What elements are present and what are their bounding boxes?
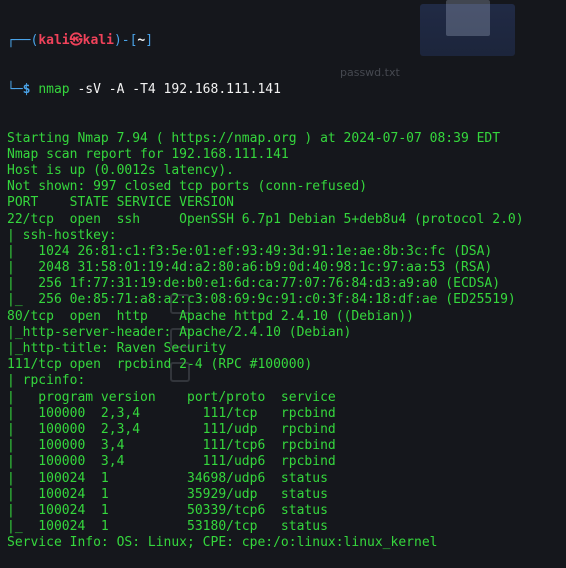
output-line: Not shown: 997 closed tcp ports (conn-re…: [7, 179, 368, 195]
prompt-frame-end: ]: [145, 33, 154, 49]
output-line: 111/tcp open rpcbind 2-4 (RPC #100000): [7, 357, 313, 373]
output-line: | 1024 26:81:c1:f3:5e:01:ef:93:49:3d:91:…: [7, 243, 493, 259]
output-line: 22/tcp open ssh OpenSSH 6.7p1 Debian 5+d…: [7, 211, 524, 227]
terminal-output: Starting Nmap 7.94 ( https://nmap.org ) …: [7, 131, 566, 552]
output-line: | 100024 1 50339/tcp6 status: [7, 502, 328, 518]
prompt-frame-corner: └─: [7, 82, 23, 97]
output-line: | 256 1f:77:31:19:de:b0:e1:6d:ca:77:07:7…: [7, 276, 501, 292]
output-line: |_ 256 0e:85:71:a8:a2:c3:08:69:9c:91:c0:…: [7, 292, 516, 308]
output-line: |_http-title: Raven Security: [7, 341, 227, 357]
output-line: | 100000 3,4 111/tcp6 rpcbind: [7, 438, 336, 454]
terminal-window[interactable]: ┌──(kali㉿kali)-[~] └─$ nmap -sV -A -T4 1…: [7, 1, 566, 568]
output-line: PORT STATE SERVICE VERSION: [7, 195, 234, 211]
prompt-frame-start: ┌──(: [7, 33, 39, 49]
output-line: Starting Nmap 7.94 ( https://nmap.org ) …: [7, 130, 501, 146]
output-line: | program version port/proto service: [7, 389, 336, 405]
output-line: | 100024 1 34698/udp6 status: [7, 470, 328, 486]
prompt-line-2: └─$ nmap -sV -A -T4 192.168.111.141: [7, 82, 566, 98]
output-line: |_http-server-header: Apache/2.4.10 (Deb…: [7, 324, 352, 340]
output-line: | 100000 2,3,4 111/tcp rpcbind: [7, 405, 336, 421]
output-line: | 100000 2,3,4 111/udp rpcbind: [7, 421, 336, 437]
output-line: Nmap scan report for 192.168.111.141: [7, 146, 289, 162]
output-line: | 100000 3,4 111/udp6 rpcbind: [7, 454, 336, 470]
output-line: | rpcinfo:: [7, 373, 86, 389]
output-line: Host is up (0.0012s latency).: [7, 162, 234, 178]
output-line: | ssh-hostkey:: [7, 227, 117, 243]
prompt-line-1: ┌──(kali㉿kali)-[~]: [7, 33, 566, 49]
prompt-frame-mid: )-[: [113, 33, 138, 49]
output-line: | 100024 1 35929/udp status: [7, 486, 328, 502]
command-args: -sV -A -T4 192.168.111.141: [69, 82, 281, 97]
command-name: nmap: [38, 82, 70, 97]
output-line: | 2048 31:58:01:19:4d:a2:80:a6:b9:0d:40:…: [7, 260, 493, 276]
output-line: Service Info: OS: Linux; CPE: cpe:/o:lin…: [7, 535, 438, 551]
output-line: 80/tcp open http Apache httpd 2.4.10 ((D…: [7, 308, 414, 324]
prompt-user-host: kali㉿kali: [38, 33, 114, 49]
output-line: |_ 100024 1 53180/tcp status: [7, 519, 328, 535]
